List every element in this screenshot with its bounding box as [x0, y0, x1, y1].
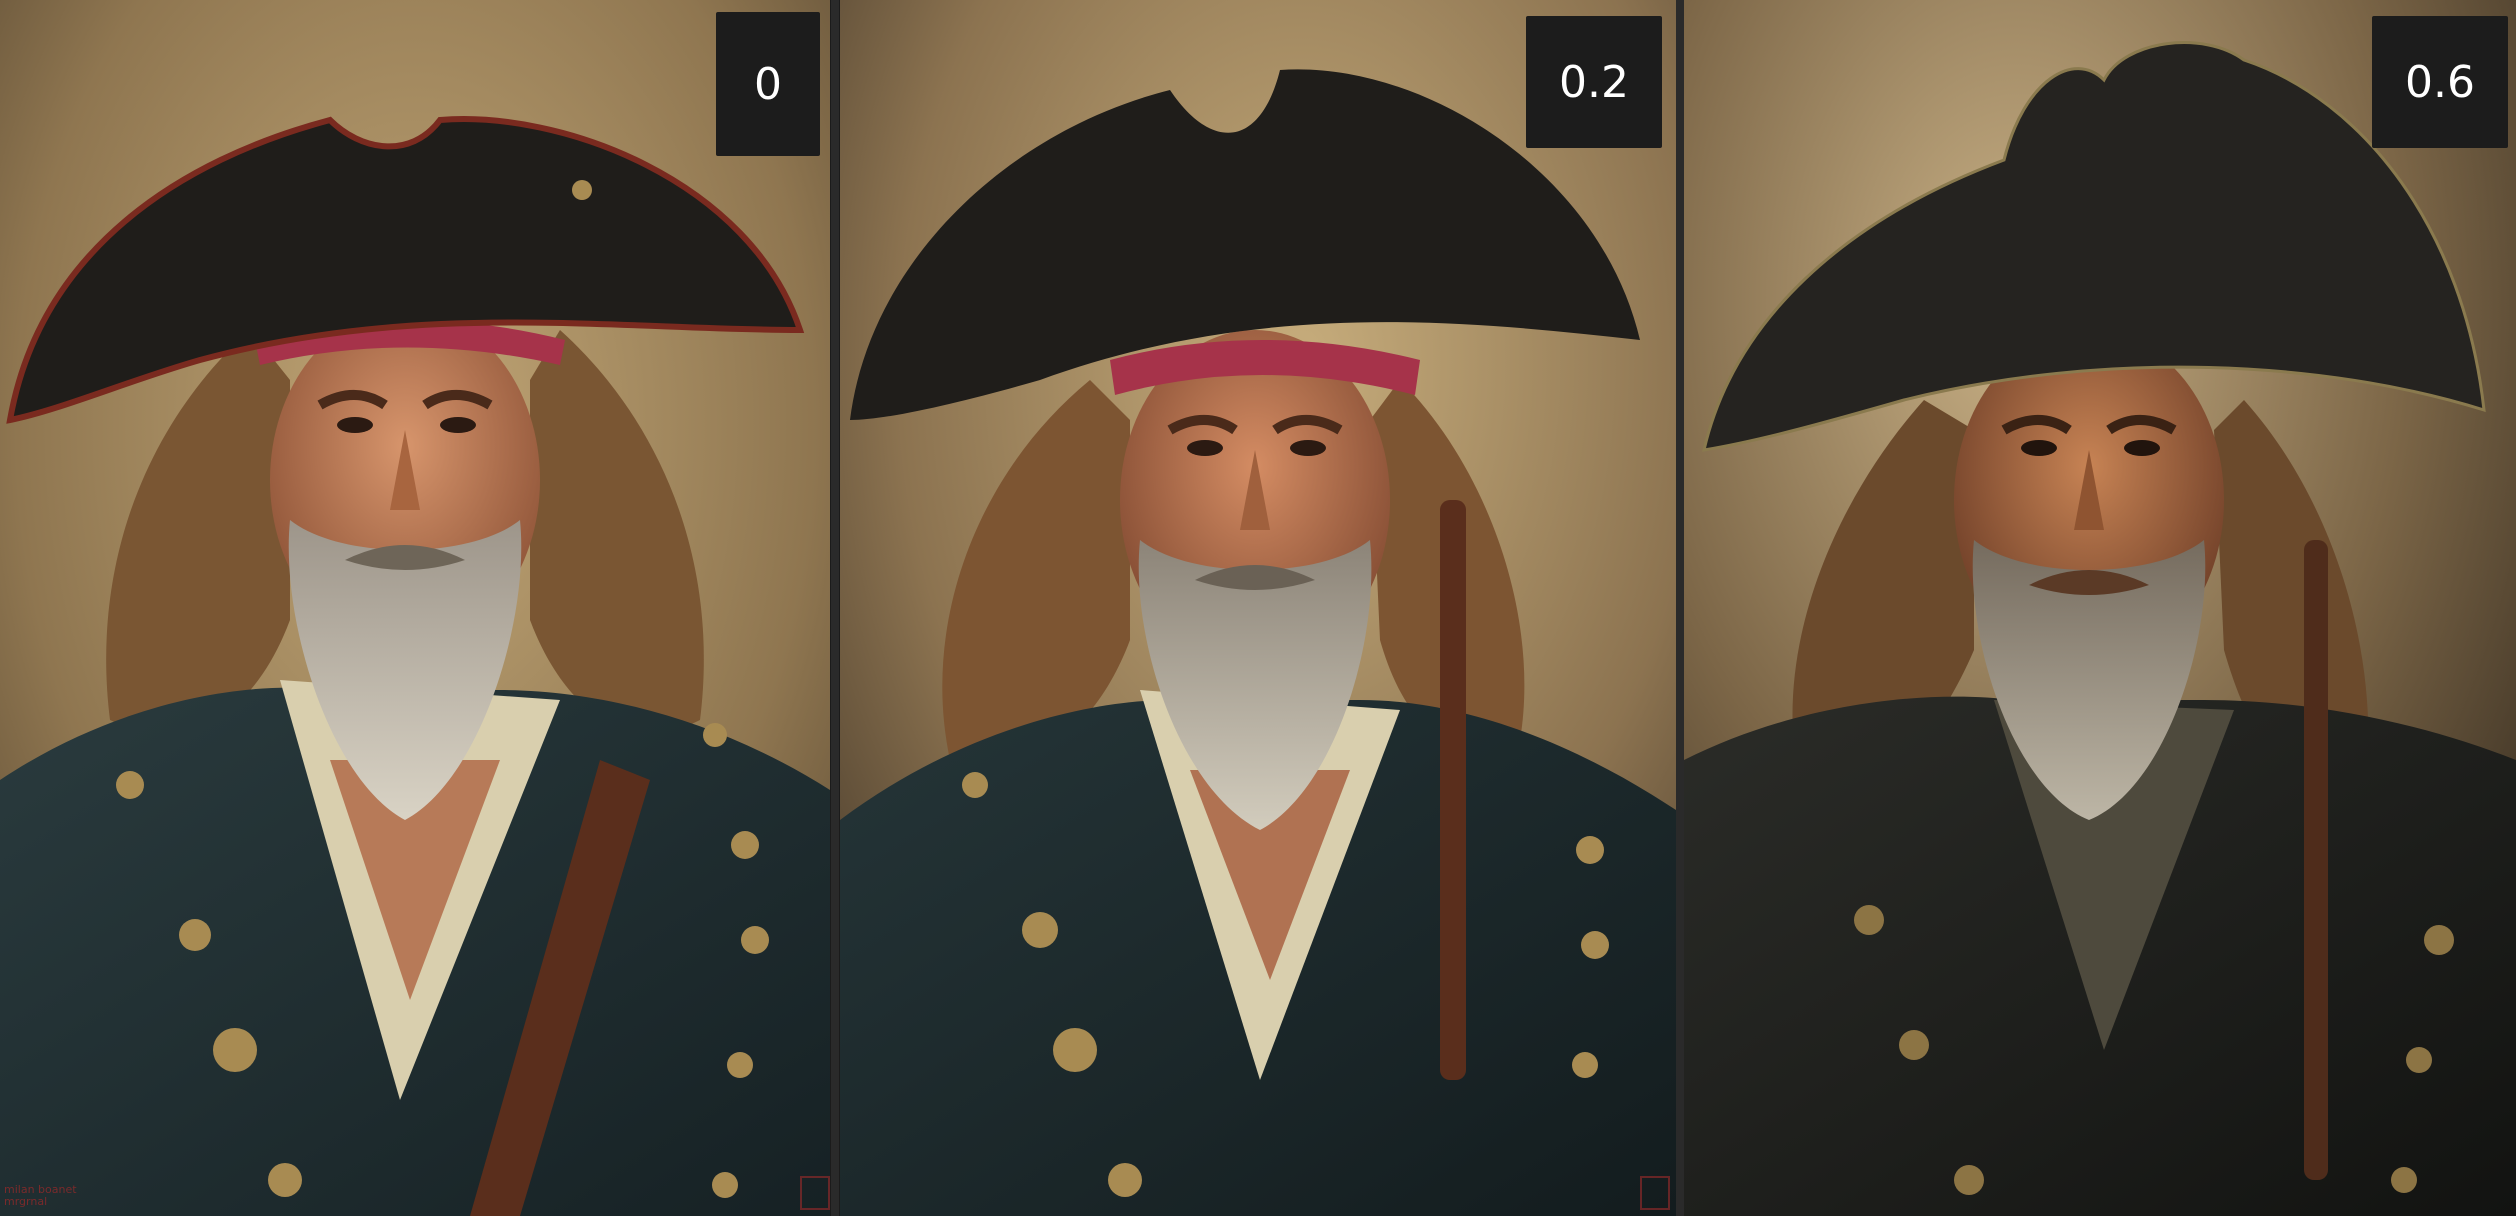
coat-button [731, 831, 759, 859]
artist-signature: milan boanet mrgrnal [4, 1184, 77, 1208]
signature-line: mrgrnal [4, 1195, 48, 1208]
coat-button [741, 926, 769, 954]
red-seal-stamp [1640, 1176, 1670, 1210]
coat-button [727, 1052, 753, 1078]
pipe [2304, 540, 2328, 1180]
panel-divider [831, 0, 839, 1216]
coat-button [962, 772, 988, 798]
coat-button [703, 723, 727, 747]
coat-button [1108, 1163, 1142, 1197]
red-seal-stamp [800, 1176, 830, 1210]
coat-button [1572, 1052, 1598, 1078]
coat-button [1954, 1165, 1984, 1195]
coat-button [1854, 905, 1884, 935]
panel-divider [1676, 0, 1684, 1216]
coat-button [116, 771, 144, 799]
coat-button [1053, 1028, 1097, 1072]
pirate-portrait-3 [1684, 0, 2516, 1216]
pirate-portrait-2 [840, 0, 1676, 1216]
coat-button [2391, 1167, 2417, 1193]
strength-value-badge: 0 [716, 12, 820, 156]
pipe [1440, 500, 1466, 1080]
coat-button [2406, 1047, 2432, 1073]
coat-button [1899, 1030, 1929, 1060]
image-panel-strength-0: 0 milan boanet mrgrnal [0, 0, 830, 1216]
image-panel-strength-0-2: 0.2 [840, 0, 1676, 1216]
coat-button [179, 919, 211, 951]
image-panel-strength-0-6: 0.6 [1684, 0, 2516, 1216]
coat-button [2424, 925, 2454, 955]
coat-button [1581, 931, 1609, 959]
coat-button [712, 1172, 738, 1198]
coat-button [1022, 912, 1058, 948]
strength-value-badge: 0.2 [1526, 16, 1662, 148]
strength-value-badge: 0.6 [2372, 16, 2508, 148]
coat-button [213, 1028, 257, 1072]
coat-button [1576, 836, 1604, 864]
coat-button [268, 1163, 302, 1197]
pirate-portrait-1 [0, 0, 830, 1216]
